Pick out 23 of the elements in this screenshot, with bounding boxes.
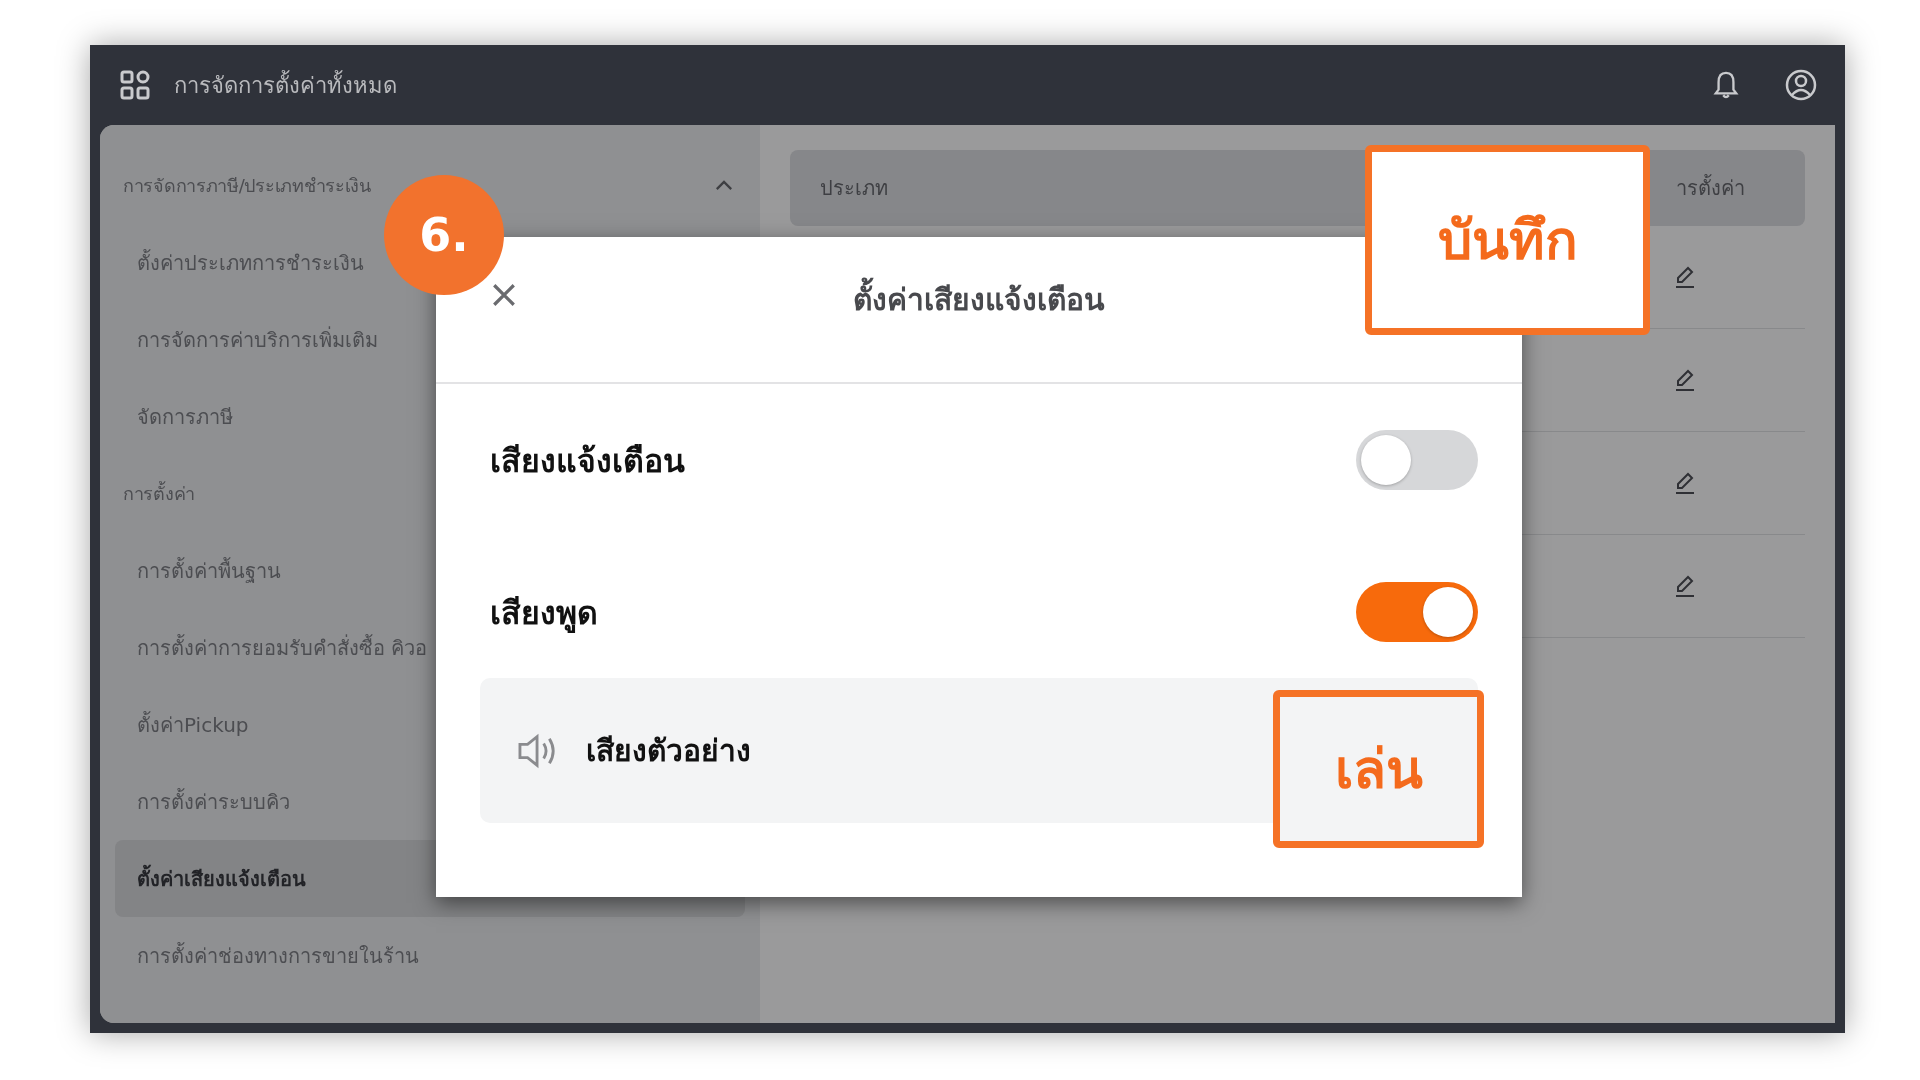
dialog-title: ตั้งค่าเสียงแจ้งเตือน (853, 276, 1105, 323)
apps-grid-icon[interactable] (120, 70, 150, 100)
user-avatar-icon[interactable] (1785, 69, 1817, 101)
setting-label: เสียงแจ้งเตือน (489, 440, 685, 482)
sidebar-group[interactable]: การจัดการภาษี/ประเภทชำระเงิน (123, 171, 371, 200)
page-title: การจัดการตั้งค่าทั้งหมด (174, 69, 397, 100)
sidebar-group[interactable]: การตั้งค่า (123, 479, 195, 508)
chevron-icon[interactable] (715, 180, 733, 191)
edit-pencil-icon[interactable] (1673, 573, 1697, 599)
edit-pencil-icon[interactable] (1673, 470, 1697, 496)
play-button[interactable]: เล่น (1324, 722, 1433, 816)
toggle-switch[interactable] (1356, 430, 1478, 490)
column-header: ารตั้งค่า (1676, 173, 1745, 202)
bell-icon[interactable] (1713, 70, 1739, 100)
save-button[interactable]: บันทึก (1427, 193, 1588, 287)
edit-pencil-icon[interactable] (1673, 367, 1697, 393)
setting-label: เสียงพูด (489, 592, 598, 635)
edit-pencil-icon[interactable] (1673, 264, 1697, 290)
sidebar-item[interactable]: การตั้งค่าช่องทางการขายในร้าน (115, 917, 745, 994)
preview-label: เสียงตัวอย่าง (586, 732, 751, 770)
close-icon[interactable] (491, 282, 517, 308)
toggle-switch[interactable] (1356, 582, 1478, 642)
column-header: ประเภท (820, 175, 888, 202)
